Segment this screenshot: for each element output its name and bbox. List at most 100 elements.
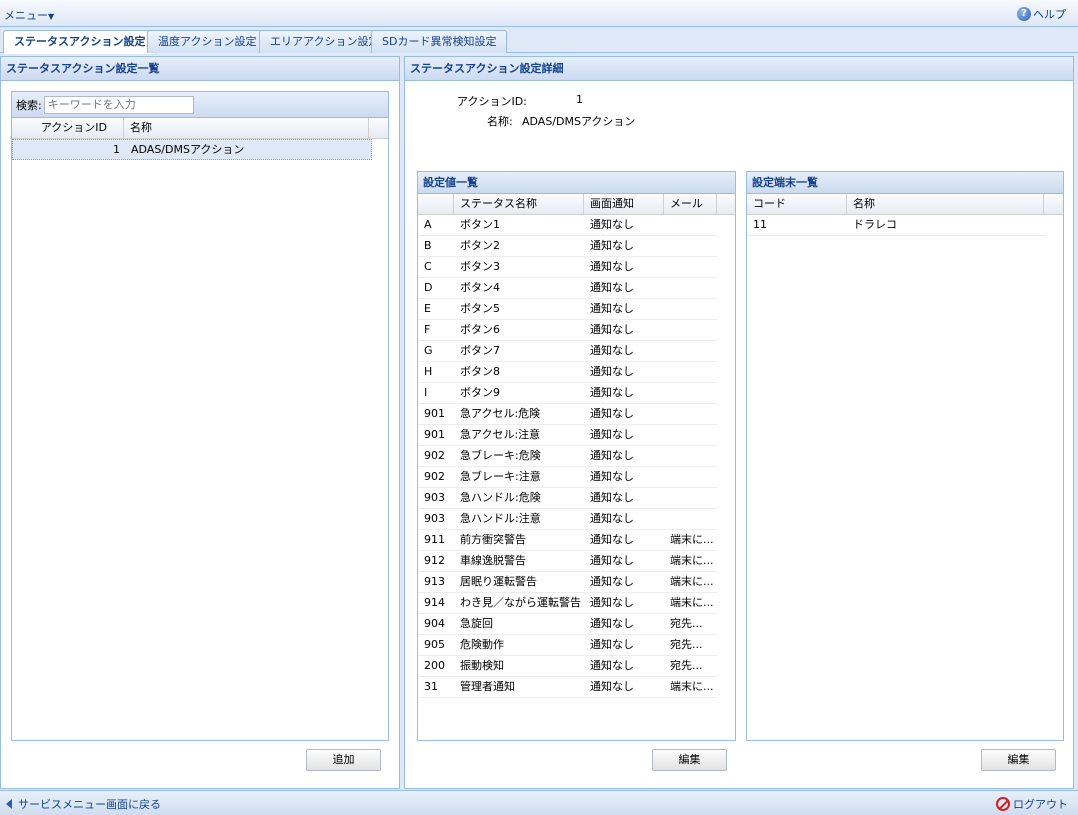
cell-screen-notify: 通知なし <box>590 533 634 546</box>
grid-header: ステータス名称 画面通知 メール <box>418 194 735 215</box>
table-row[interactable]: I ボタン9 通知なし <box>418 383 717 404</box>
add-button[interactable]: 追加 <box>306 749 381 771</box>
cell-code: 914 <box>424 596 445 609</box>
logout-link[interactable]: ログアウト <box>996 796 1068 812</box>
tab-temperature-action[interactable]: 温度アクション設定 <box>147 30 268 53</box>
column-code[interactable]: コード <box>747 194 847 214</box>
table-row[interactable]: G ボタン7 通知なし <box>418 341 717 362</box>
right-panel-title: ステータスアクション設定詳細 <box>405 57 1073 81</box>
menu-label: メニュー <box>4 9 48 22</box>
search-toolbar: 検索: <box>12 92 388 118</box>
back-to-service-menu-link[interactable]: サービスメニュー画面に戻る <box>6 796 161 812</box>
cell-mail: 端末に... <box>670 680 714 693</box>
tab-sdcard-detection[interactable]: SDカード異常検知設定 <box>371 30 508 53</box>
table-row[interactable]: 902 急ブレーキ:危険 通知なし <box>418 446 717 467</box>
cell-mail <box>664 425 717 445</box>
edit-values-button[interactable]: 編集 <box>652 749 727 771</box>
column-screen-notify[interactable]: 画面通知 <box>584 194 664 214</box>
cell-status-name: ボタン8 <box>460 365 500 378</box>
cell-mail <box>664 383 717 403</box>
table-row[interactable]: 913 居眠り運転警告 通知なし 端末に... <box>418 572 717 593</box>
cell-code: 905 <box>424 638 445 651</box>
cell-screen-notify: 通知なし <box>590 659 634 672</box>
cell-code: 31 <box>424 680 438 693</box>
table-row[interactable]: 902 急ブレーキ:注意 通知なし <box>418 467 717 488</box>
cell-status-name: 急ハンドル:注意 <box>460 512 541 525</box>
cell-screen-notify: 通知なし <box>590 554 634 567</box>
cell-status-name: 居眠り運転警告 <box>460 575 537 588</box>
terminal-grid-title: 設定端末一覧 <box>747 172 1063 194</box>
cell-code: I <box>424 386 428 399</box>
cell-screen-notify: 通知なし <box>590 680 634 693</box>
cell-status-name: 車線逸脱警告 <box>460 554 526 567</box>
cell-code: 200 <box>424 659 445 672</box>
search-input[interactable] <box>43 95 194 114</box>
edit-terminals-button[interactable]: 編集 <box>981 749 1056 771</box>
table-row[interactable]: 911 前方衝突警告 通知なし 端末に... <box>418 530 717 551</box>
table-row[interactable]: 903 急ハンドル:危険 通知なし <box>418 488 717 509</box>
table-row[interactable]: 903 急ハンドル:注意 通知なし <box>418 509 717 530</box>
tab-status-action[interactable]: ステータスアクション設定 <box>3 30 157 54</box>
table-row[interactable]: 200 振動検知 通知なし 宛先... <box>418 656 717 677</box>
left-panel-title: ステータスアクション設定一覧 <box>1 57 399 81</box>
cell-mail: 端末に... <box>670 533 714 546</box>
cell-screen-notify: 通知なし <box>590 281 634 294</box>
column-name[interactable]: 名称 <box>124 118 369 138</box>
table-row[interactable]: D ボタン4 通知なし <box>418 278 717 299</box>
cell-code: 901 <box>424 407 445 420</box>
table-row[interactable]: 912 車線逸脱警告 通知なし 端末に... <box>418 551 717 572</box>
table-row[interactable]: 11 ドラレコ <box>747 215 1046 236</box>
table-row[interactable]: 914 わき見／ながら運転警告 通知なし 端末に... <box>418 593 717 614</box>
column-name[interactable]: 名称 <box>847 194 1044 214</box>
table-row[interactable]: H ボタン8 通知なし <box>418 362 717 383</box>
table-row[interactable]: B ボタン2 通知なし <box>418 236 717 257</box>
cell-status-name: 急アクセル:注意 <box>460 428 541 441</box>
menu-button[interactable]: メニュー▼ <box>4 7 54 23</box>
column-mail[interactable]: メール <box>664 194 717 214</box>
cell-code: 913 <box>424 575 445 588</box>
table-row[interactable]: 901 急アクセル:危険 通知なし <box>418 404 717 425</box>
cell-screen-notify: 通知なし <box>590 239 634 252</box>
table-row[interactable]: 905 危険動作 通知なし 宛先... <box>418 635 717 656</box>
setting-terminals-grid: 設定端末一覧 コード 名称 11 ドラレコ <box>746 171 1064 741</box>
column-action-id[interactable]: アクションID <box>12 118 124 138</box>
cell-code: 11 <box>753 218 767 231</box>
cell-code: B <box>424 239 432 252</box>
cell-code: F <box>424 323 431 336</box>
cell-screen-notify: 通知なし <box>590 344 634 357</box>
table-row[interactable]: 1 ADAS/DMSアクション <box>12 139 372 160</box>
cell-mail: 宛先... <box>670 617 703 630</box>
help-button[interactable]: ? ヘルプ <box>1017 6 1066 22</box>
table-row[interactable]: 901 急アクセル:注意 通知なし <box>418 425 717 446</box>
top-toolbar: メニュー▼ ? ヘルプ <box>0 0 1078 27</box>
cell-screen-notify: 通知なし <box>590 596 634 609</box>
table-row[interactable]: C ボタン3 通知なし <box>418 257 717 278</box>
table-row[interactable]: E ボタン5 通知なし <box>418 299 717 320</box>
column-code[interactable] <box>418 194 454 214</box>
cell-code: 911 <box>424 533 445 546</box>
table-row[interactable]: 31 管理者通知 通知なし 端末に... <box>418 677 717 698</box>
values-grid-title: 設定値一覧 <box>418 172 735 194</box>
cell-status-name: 前方衝突警告 <box>460 533 526 546</box>
cell-mail <box>664 446 717 466</box>
table-row[interactable]: 904 急旋回 通知なし 宛先... <box>418 614 717 635</box>
cell-mail <box>664 299 717 319</box>
cell-mail <box>664 341 717 361</box>
cell-code: G <box>424 344 433 357</box>
back-label: サービスメニュー画面に戻る <box>18 798 161 811</box>
column-status-name[interactable]: ステータス名称 <box>454 194 584 214</box>
table-row[interactable]: A ボタン1 通知なし <box>418 215 717 236</box>
cell-code: D <box>424 281 433 294</box>
bottom-toolbar: サービスメニュー画面に戻る ログアウト <box>0 790 1078 815</box>
tab-strip: ステータスアクション設定 温度アクション設定 エリアアクション設定 SDカード異… <box>0 27 1078 54</box>
cell-name: ドラレコ <box>853 218 897 231</box>
cell-mail: 端末に... <box>670 575 714 588</box>
cell-code: A <box>424 218 432 231</box>
cell-mail <box>664 278 717 298</box>
cell-mail <box>664 467 717 487</box>
cell-screen-notify: 通知なし <box>590 386 634 399</box>
cell-name: ADAS/DMSアクション <box>131 143 245 156</box>
table-row[interactable]: F ボタン6 通知なし <box>418 320 717 341</box>
action-list-grid: 検索: アクションID 名称 1 ADAS/DMSアクション <box>11 91 389 741</box>
cell-status-name: 振動検知 <box>460 659 504 672</box>
